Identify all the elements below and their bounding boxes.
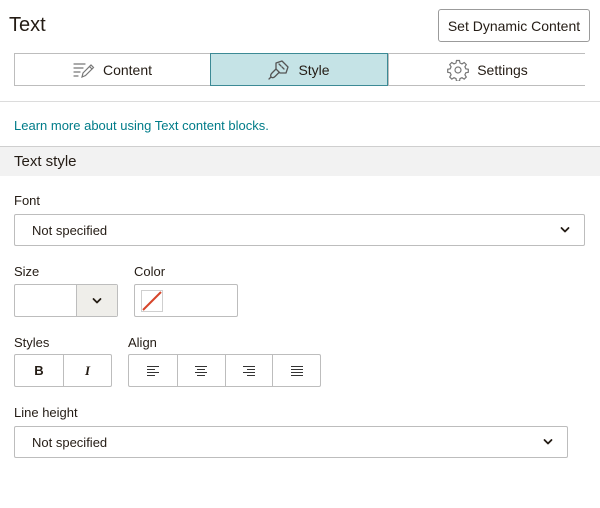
align-label: Align	[128, 335, 157, 350]
color-label: Color	[134, 264, 166, 279]
chevron-down-icon	[543, 439, 553, 445]
line-height-label: Line height	[14, 405, 78, 420]
tab-style[interactable]: Style	[210, 53, 388, 86]
style-brush-icon	[268, 59, 290, 80]
set-dynamic-content-button[interactable]: Set Dynamic Content	[438, 9, 590, 42]
italic-button[interactable]: I	[63, 355, 111, 386]
styles-label: Styles	[14, 335, 50, 350]
size-dropdown-arrow[interactable]	[76, 285, 117, 316]
no-color-slash-icon	[142, 291, 162, 311]
align-button-group	[128, 354, 321, 387]
align-right-button[interactable]	[224, 355, 273, 386]
tab-content[interactable]: Content	[15, 54, 210, 85]
color-picker[interactable]	[134, 284, 238, 317]
align-justify-button[interactable]	[272, 355, 320, 386]
tab-content-label: Content	[102, 61, 153, 78]
panel-title: Text	[9, 14, 46, 36]
tab-settings[interactable]: Settings	[388, 54, 586, 85]
learn-more-link[interactable]: Learn more about using Text content bloc…	[14, 118, 269, 133]
size-select[interactable]	[14, 284, 118, 317]
align-justify-icon	[290, 366, 303, 376]
align-center-button[interactable]	[176, 355, 225, 386]
font-label: Font	[14, 193, 41, 208]
line-height-select[interactable]: Not specified	[14, 426, 568, 458]
size-label: Size	[14, 264, 40, 279]
align-center-icon	[195, 366, 208, 376]
top-divider	[0, 101, 600, 102]
align-left-button[interactable]	[129, 355, 177, 386]
content-edit-icon	[73, 61, 95, 79]
section-title: Text style	[14, 153, 77, 170]
font-select[interactable]: Not specified	[14, 214, 585, 246]
chevron-down-icon	[560, 227, 570, 233]
font-select-value: Not specified	[32, 222, 108, 238]
tab-settings-label: Settings	[477, 61, 528, 78]
tab-style-label: Style	[298, 61, 330, 78]
settings-gear-icon	[447, 59, 470, 81]
align-left-icon	[146, 366, 159, 376]
size-select-value	[15, 285, 76, 316]
text-style-section-header: Text style	[0, 146, 600, 176]
styles-button-group: B I	[14, 354, 112, 387]
chevron-down-icon	[92, 297, 102, 303]
align-right-icon	[242, 366, 255, 376]
line-height-select-value: Not specified	[32, 434, 108, 450]
bold-button[interactable]: B	[15, 355, 63, 386]
tab-bar: Content Style Settings	[14, 53, 586, 86]
color-swatch	[141, 290, 163, 312]
